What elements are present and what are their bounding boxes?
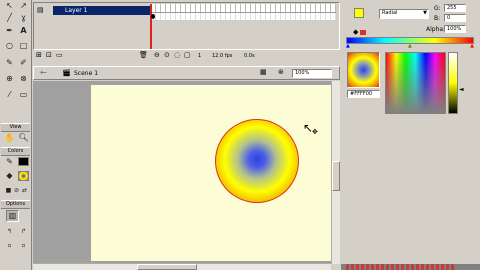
layer-controls: ⊞ ⊡ ▭ 🗑︎ [36,51,150,61]
center-frame-icon[interactable]: ⊖ [154,51,160,59]
brush-icon[interactable]: ✐ [17,57,30,69]
option-icon-b[interactable]: ↱ [17,226,30,238]
scene-bar: ← 🎬︎ Scene 1 ▦ ⊛ 100% [33,66,340,80]
gradient-preview [347,52,380,88]
rectangle-icon[interactable]: □ [17,40,30,52]
edit-symbol-icon[interactable]: ⊛ [278,68,284,76]
gradient-circle[interactable] [216,120,298,202]
vertical-scrollbar[interactable] [331,81,340,264]
g-value-field[interactable]: 255 [444,4,466,12]
stage-canvas[interactable] [91,85,331,261]
add-guide-icon[interactable]: ⊡ [46,51,52,59]
edit-multiple-icon[interactable]: ▢ [184,51,191,59]
edit-scene-icon[interactable]: ▦ [260,68,267,76]
fill-indicator [360,30,366,35]
layer-icon: ▤ [37,6,44,14]
alpha-value-field[interactable]: 100% [444,25,466,33]
playhead[interactable] [150,4,152,49]
alpha-value: 100% [447,26,462,32]
horizontal-scrollbar[interactable] [33,263,331,270]
frame-number: 1 [198,53,202,59]
g-value: 255 [447,5,457,11]
fill-bucket-icon: ◆ [353,28,359,36]
pencil-icon[interactable]: ✎ [3,57,16,69]
g-label: G: [434,5,441,12]
status-dotted-line [346,264,456,270]
pen-icon[interactable]: ✒ [3,25,16,37]
elapsed-time: 0.0s [244,53,255,59]
lock-fill-icon[interactable]: ▥ [6,210,19,222]
alpha-label: Alpha: [426,26,446,33]
lasso-icon[interactable]: ɣ [17,12,30,24]
stroke-color-icon[interactable]: ✎ [3,156,16,168]
delete-layer-icon[interactable]: 🗑︎ [139,51,148,59]
keyframe-dot [151,14,155,19]
hand-icon[interactable]: ✋ [3,132,16,144]
ink-bottle-icon[interactable]: ⊕ [3,73,16,85]
cursor-move-icon: ✥ [312,128,318,136]
paint-bucket-icon[interactable]: ⊗ [17,73,30,85]
layer-name: Layer 1 [65,7,88,14]
stroke-color-swatch[interactable] [18,157,29,166]
gradient-pointer-left-icon[interactable]: ▲ [346,43,350,49]
fill-color-icon[interactable]: ◆ [3,170,16,182]
frame-ruler[interactable] [150,4,336,13]
oval-icon[interactable]: ○ [3,40,16,52]
b-value: 0 [447,15,451,21]
frame-row[interactable] [150,13,336,21]
onion-skin-icon[interactable]: ⊙ [164,51,170,59]
colors-section-label: Colors [1,147,30,156]
zoom-field[interactable]: 100% [292,69,332,78]
subselect-icon[interactable]: ↗ [17,0,30,12]
gradient-pointer-mid-icon[interactable]: ▲ [408,43,412,49]
view-section-label: View [1,123,30,132]
fill-type-value: Radial [382,10,398,16]
zoom-icon[interactable]: 🔍︎ [17,132,30,144]
option-icon-a[interactable]: ↰ [3,226,16,238]
onion-outline-icon[interactable]: ◌ [174,51,180,59]
b-value-field[interactable]: 0 [444,14,466,22]
add-folder-icon[interactable]: ▭ [56,51,63,59]
scene-name[interactable]: Scene 1 [74,70,98,77]
gradient-pointers: ▲ ▲ ▲ [346,43,474,49]
swap-colors-icon[interactable]: ⇄ [18,185,31,197]
zoom-value: 100% [295,70,310,76]
color-spectrum[interactable] [385,52,446,114]
frame-rate: 12.0 fps [212,53,233,59]
brightness-slider[interactable] [448,52,458,114]
option-icon-d[interactable]: ▫ [17,240,30,252]
timeline-status: ⊖ ⊙ ◌ ▢ 1 12.0 fps 0.0s [154,51,334,61]
fill-type-dropdown[interactable]: Radial ▼ [379,9,429,19]
scene-icon: 🎬︎ [62,69,71,77]
options-section-label: Options [1,200,30,209]
hex-field[interactable]: #FFFF00 [347,90,380,98]
back-arrow-icon[interactable]: ← [40,68,47,77]
gradient-pointer-right-icon[interactable]: ▲ [470,43,474,49]
horizontal-scroll-thumb[interactable] [137,264,197,270]
line-icon[interactable]: ╱ [3,12,16,24]
timeline-panel: ▤ Layer 1 ✎ • • ◉ ⊞ ⊡ ▭ 🗑︎ ⊖ ⊙ ◌ ▢ 1 12.… [33,0,340,64]
eraser-icon[interactable]: ▭ [17,89,30,101]
tools-panel: ↖ ↗ ╱ ɣ ✒ A ○ □ ✎ ✐ ⊕ ⊗ ⁄ ▭ View ✋ 🔍︎ Co… [0,0,32,270]
mixer-stroke-swatch[interactable] [354,8,364,18]
eyedropper-icon[interactable]: ⁄ [3,89,16,101]
brightness-pointer-icon[interactable]: ◄ [459,86,464,93]
add-layer-icon[interactable]: ⊞ [36,51,42,59]
b-label: B: [434,15,441,22]
hex-value: #FFFF00 [350,91,373,97]
fill-color-swatch[interactable] [18,171,29,181]
arrow-icon[interactable]: ↖ [3,0,16,12]
text-icon[interactable]: A [17,25,30,37]
dropdown-arrow-icon: ▼ [423,10,427,16]
color-mixer-panel: ◆ Radial ▼ G: 255 B: 0 Alpha: 100% ▲ ▲ ▲… [341,0,480,270]
vertical-scroll-thumb[interactable] [332,161,340,191]
option-icon-c[interactable]: ▫ [3,240,16,252]
